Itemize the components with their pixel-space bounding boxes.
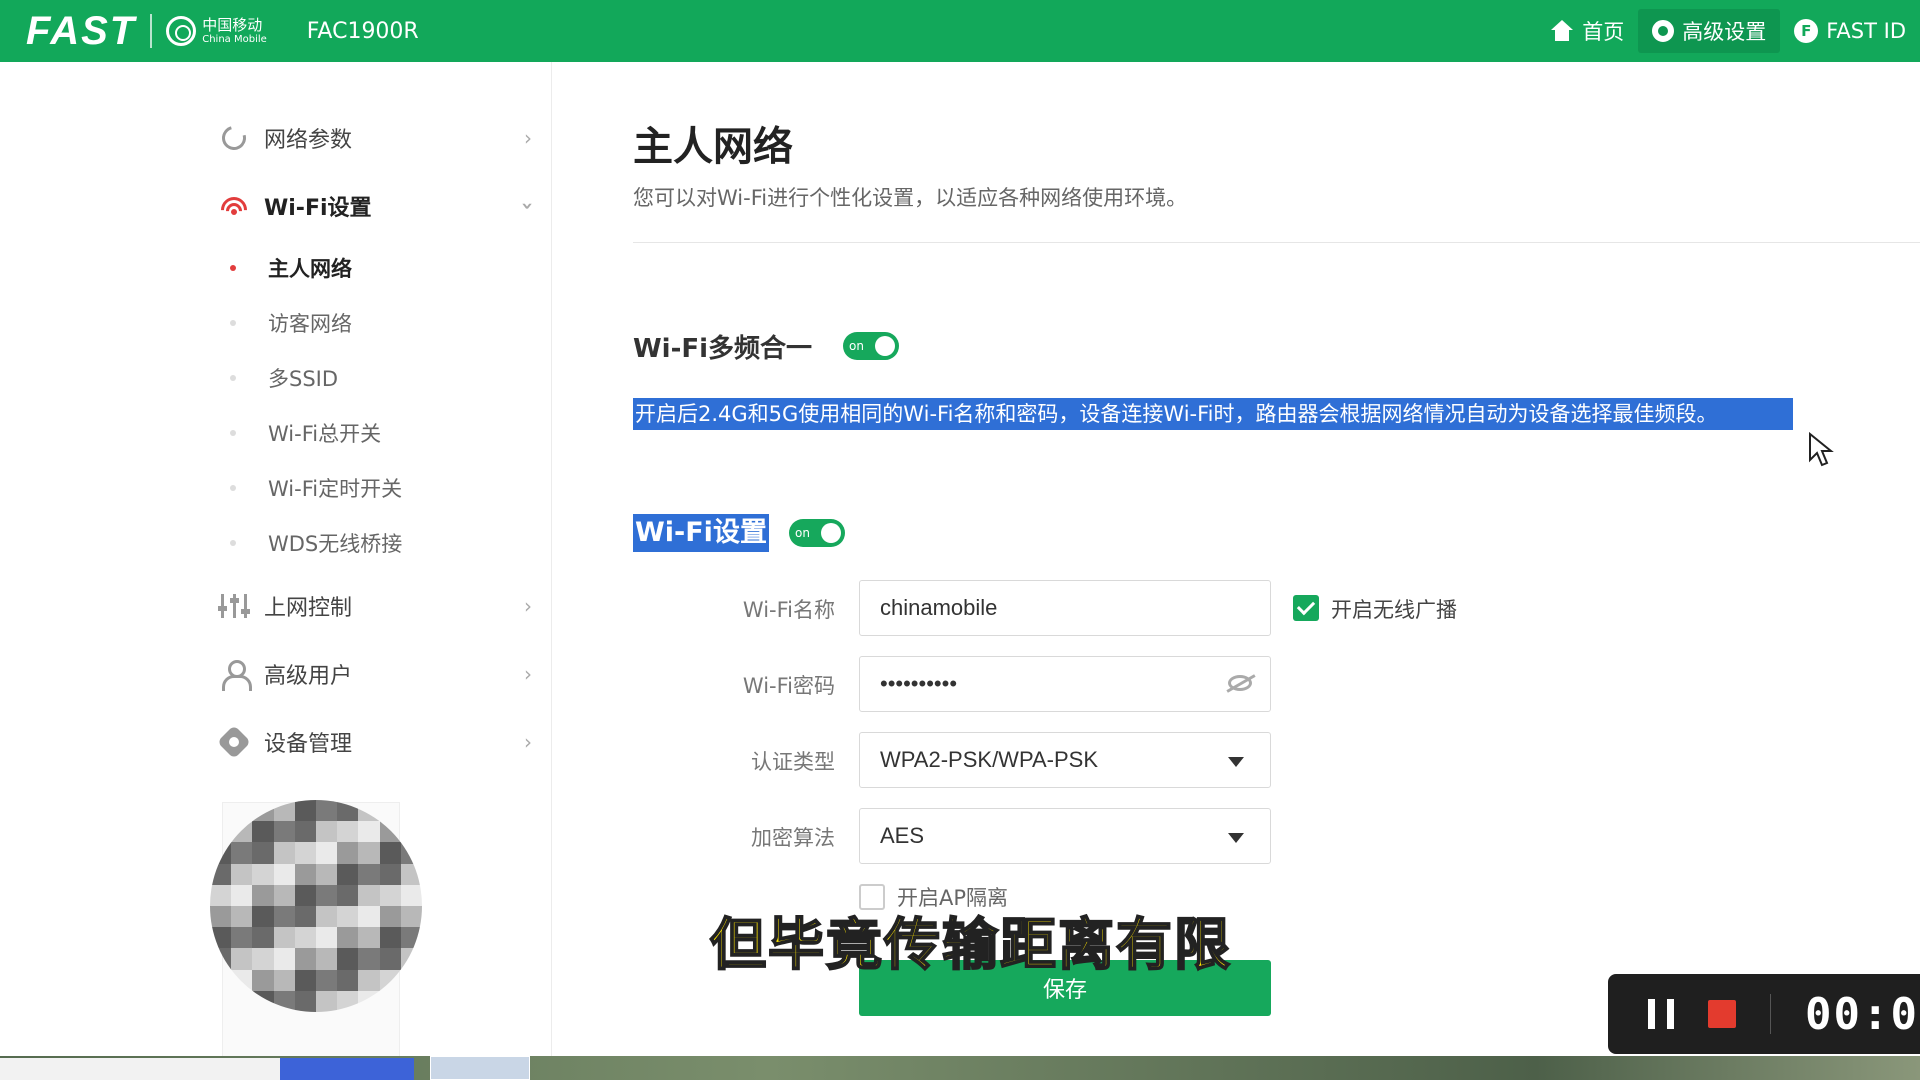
taskbar-app-browser[interactable] — [430, 1056, 530, 1080]
multiband-description: 开启后2.4G和5G使用相同的Wi-Fi名称和密码，设备连接Wi-Fi时，路由器… — [633, 398, 1793, 430]
broadcast-label: 开启无线广播 — [1331, 598, 1457, 622]
page-title: 主人网络 — [633, 124, 793, 170]
top-nav: 首页 高级设置 F FAST ID — [1536, 0, 1920, 62]
video-subtitle: 但毕竟传输距离有限 — [709, 912, 1232, 979]
sidebar-sub-multi-ssid[interactable]: 多SSID — [230, 360, 338, 396]
sub-item-label: Wi-Fi总开关 — [268, 422, 382, 446]
caret-down-icon — [1228, 833, 1244, 843]
encryption-select[interactable]: AES — [859, 808, 1271, 864]
wifi-name-label: Wi-Fi名称 — [742, 598, 835, 622]
wifi-icon — [220, 192, 248, 220]
toggle-state: on — [849, 339, 864, 353]
divider — [633, 242, 1920, 243]
nav-home-label: 首页 — [1582, 20, 1625, 44]
multiband-toggle[interactable]: on — [843, 332, 899, 360]
brand-divider — [150, 14, 153, 48]
page-description: 您可以对Wi-Fi进行个性化设置，以适应各种网络使用环境。 — [633, 186, 1188, 210]
chevron-down-icon: › — [515, 201, 540, 211]
taskbar-button[interactable] — [280, 1058, 414, 1080]
bullet-dot — [230, 375, 236, 381]
eye-slash-icon[interactable] — [1228, 675, 1252, 691]
broadcast-checkbox[interactable] — [1293, 595, 1319, 621]
sidebar-item-label: Wi-Fi设置 — [264, 196, 372, 221]
pause-icon[interactable] — [1648, 999, 1674, 1029]
auth-type-value: WPA2-PSK/WPA-PSK — [880, 747, 1099, 772]
bullet-dot — [230, 320, 236, 326]
network-icon — [217, 121, 251, 155]
wifi-password-label: Wi-Fi密码 — [742, 674, 835, 698]
recording-time: 00:0 — [1805, 988, 1919, 1040]
caret-down-icon — [1228, 757, 1244, 767]
sub-item-label: WDS无线桥接 — [268, 532, 403, 556]
china-mobile-text: 中国移动 China Mobile — [202, 15, 267, 45]
taskbar-search[interactable] — [0, 1058, 280, 1080]
china-mobile-icon — [166, 16, 197, 46]
sub-item-label: 多SSID — [268, 367, 339, 391]
sub-item-label: Wi-Fi定时开关 — [268, 477, 403, 501]
brand-logo: FAST — [26, 8, 137, 53]
chevron-right-icon: › — [524, 662, 532, 686]
sidebar-item-label: 设备管理 — [264, 732, 353, 757]
router-model: FAC1900R — [306, 18, 419, 44]
device-icon — [217, 725, 251, 759]
recorder-divider — [1770, 994, 1771, 1034]
sub-item-label: 访客网络 — [268, 312, 352, 336]
nav-fast-id[interactable]: F FAST ID — [1780, 9, 1920, 53]
encryption-label: 加密算法 — [751, 826, 835, 850]
sidebar-item-network-params[interactable]: 网络参数 › — [217, 118, 532, 158]
nav-advanced-label: 高级设置 — [1682, 20, 1767, 44]
multiband-title: Wi-Fi多频合一 — [633, 334, 813, 364]
active-dot — [230, 265, 236, 271]
auth-type-select[interactable]: WPA2-PSK/WPA-PSK — [859, 732, 1271, 788]
sidebar-sub-guest-network[interactable]: 访客网络 — [230, 305, 352, 341]
home-icon — [1550, 20, 1574, 42]
wifi-settings-title: Wi-Fi设置 — [633, 514, 769, 552]
chevron-right-icon: › — [524, 594, 532, 618]
fast-id-icon: F — [1794, 19, 1819, 43]
sidebar-item-advanced-user[interactable]: 高级用户 › — [220, 654, 532, 694]
sidebar-item-label: 网络参数 — [264, 128, 353, 153]
bullet-dot — [230, 540, 236, 546]
top-bar: FAST 中国移动 China Mobile FAC1900R 首页 高级设置 … — [0, 0, 1920, 62]
sidebar-item-access-control[interactable]: 上网控制 › — [218, 586, 532, 626]
auth-type-label: 认证类型 — [751, 750, 835, 774]
sidebar-item-label: 上网控制 — [264, 596, 353, 621]
user-icon — [220, 660, 252, 691]
sub-item-label: 主人网络 — [268, 257, 352, 281]
bullet-dot — [230, 430, 236, 436]
chevron-right-icon: › — [524, 126, 532, 150]
wifi-name-input[interactable]: chinamobile — [859, 580, 1271, 636]
chevron-right-icon: › — [524, 730, 532, 754]
sidebar-item-device-management[interactable]: 设备管理 › — [217, 722, 532, 762]
sidebar-sub-wds-bridge[interactable]: WDS无线桥接 — [230, 525, 402, 561]
nav-fast-id-label: FAST ID — [1826, 19, 1906, 43]
stop-record-icon[interactable] — [1708, 1000, 1736, 1028]
wifi-password-value: •••••••••• — [880, 671, 958, 696]
wifi-settings-toggle[interactable]: on — [789, 519, 845, 547]
sidebar-sub-main-network[interactable]: 主人网络 — [230, 250, 352, 286]
taskbar — [0, 1056, 1920, 1080]
nav-advanced-settings[interactable]: 高级设置 — [1638, 9, 1781, 53]
wifi-password-input[interactable]: •••••••••• — [859, 656, 1271, 712]
toggle-state: on — [795, 526, 810, 540]
wifi-name-value: chinamobile — [880, 595, 998, 620]
gear-icon — [1652, 20, 1675, 42]
screen-recorder-panel: 00:0 — [1608, 974, 1920, 1054]
partner-name-zh: 中国移动 — [202, 15, 263, 34]
sidebar-sub-wifi-schedule[interactable]: Wi-Fi定时开关 — [230, 470, 402, 506]
pixelated-qr-code — [210, 800, 422, 1012]
encryption-value: AES — [880, 823, 925, 848]
nav-home[interactable]: 首页 — [1536, 9, 1638, 53]
sidebar-item-label: 高级用户 — [264, 664, 353, 689]
china-mobile-logo: 中国移动 China Mobile — [166, 16, 267, 46]
sidebar-sub-wifi-master-switch[interactable]: Wi-Fi总开关 — [230, 415, 381, 451]
bullet-dot — [230, 485, 236, 491]
partner-name-en: China Mobile — [202, 33, 267, 45]
sidebar-item-wifi-settings[interactable]: Wi-Fi设置 › — [220, 186, 540, 226]
sliders-icon — [218, 592, 250, 620]
